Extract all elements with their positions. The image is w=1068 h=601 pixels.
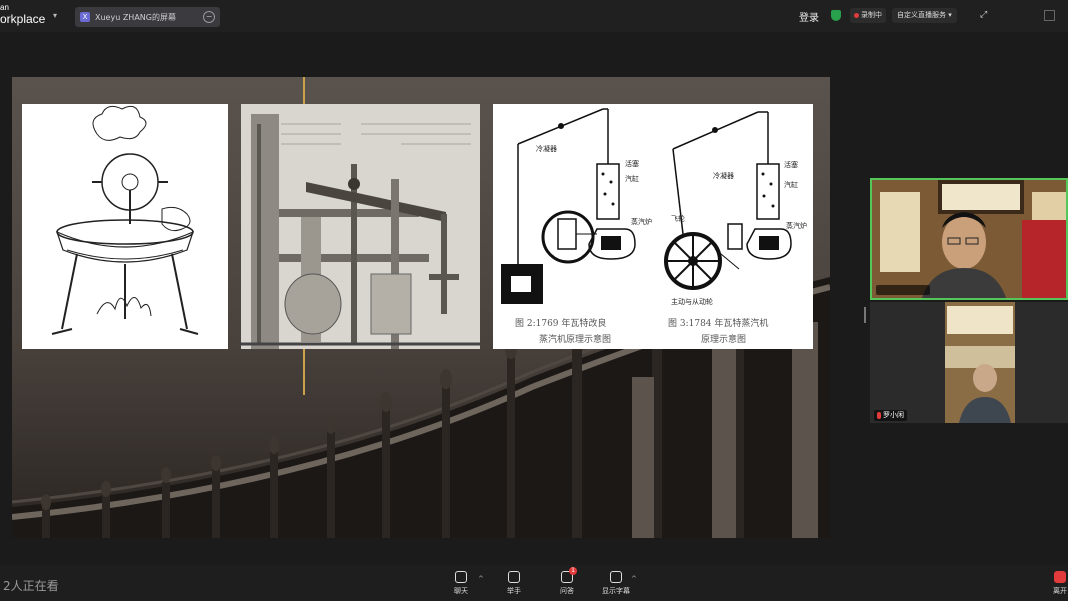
hand-icon — [508, 571, 520, 583]
recording-badge[interactable]: 录制中 — [850, 8, 886, 23]
shield-icon[interactable] — [831, 10, 841, 21]
fig3-caption-line2: 原理示意图 — [701, 335, 747, 345]
bottom-toolbar: 2人正在看 聊天 ^ 举手 1 问答 显示字幕 ^ 离开 — [0, 565, 1068, 601]
watt-engine-diagrams: 冷凝器 活塞 汽缸 蒸汽炉 冷凝器 活塞 汽缸 蒸汽炉 飞轮 主动与从动轮 图 … — [493, 104, 813, 349]
leave-button[interactable]: 离开 — [1052, 571, 1068, 596]
share-title: Xueyu ZHANG的屏幕 — [95, 13, 176, 22]
chat-button[interactable]: 聊天 — [446, 571, 476, 596]
chat-label: 聊天 — [454, 587, 468, 595]
label-boiler-b: 蒸汽炉 — [786, 222, 807, 230]
screen-share-tab[interactable]: X Xueyu ZHANG的屏幕 − — [75, 7, 220, 27]
leave-icon — [1054, 571, 1066, 583]
viewer-count: 2人正在看 — [3, 579, 59, 593]
top-bar: an orkplace ▾ X Xueyu ZHANG的屏幕 − 登录 录制中 … — [0, 0, 1068, 32]
leave-label: 离开 — [1053, 587, 1067, 595]
label-boiler-a: 蒸汽炉 — [631, 218, 652, 226]
qa-icon: 1 — [561, 567, 577, 583]
live-stream-button[interactable]: 自定义直播服务 ▾ — [892, 8, 957, 23]
captions-button[interactable]: 显示字幕 — [601, 571, 631, 596]
chevron-up-icon[interactable]: ^ — [478, 575, 484, 583]
label-flywheel: 飞轮 — [671, 215, 685, 223]
participant-video-feed — [945, 302, 1015, 423]
minimize-icon[interactable]: − — [203, 11, 215, 23]
chevron-down-icon[interactable]: ▾ — [53, 11, 57, 20]
recording-label: 录制中 — [861, 11, 882, 19]
qa-badge: 1 — [569, 567, 577, 575]
participant-panel: 罗小闲 — [870, 178, 1068, 423]
aeolipile-illustration — [22, 104, 228, 349]
label-gears: 主动与从动轮 — [671, 298, 713, 306]
fig3-caption-line1: 图 3:1784 年瓦特蒸汽机 — [668, 319, 769, 329]
panel-resize-handle[interactable] — [864, 307, 866, 323]
window-control-icon[interactable] — [1044, 10, 1055, 21]
chat-icon — [455, 571, 467, 583]
label-piston-b: 活塞 — [784, 161, 798, 169]
fig2-caption-line1: 图 2:1769 年瓦特改良 — [515, 319, 607, 329]
live-stream-label: 自定义直播服务 — [897, 11, 946, 19]
participant-name-tag — [876, 285, 930, 295]
label-condenser-b: 冷凝器 — [713, 172, 734, 180]
chevron-up-icon[interactable]: ^ — [631, 575, 637, 583]
beam-engine-engraving — [241, 104, 480, 349]
shared-screen: 冷凝器 活塞 汽缸 蒸汽炉 冷凝器 活塞 汽缸 蒸汽炉 飞轮 主动与从动轮 图 … — [12, 77, 830, 538]
label-condenser-a: 冷凝器 — [536, 145, 557, 153]
login-button[interactable]: 登录 — [799, 9, 819, 24]
qa-button[interactable]: 1 问答 — [552, 567, 582, 596]
record-dot-icon — [854, 12, 859, 18]
raise-hand-button[interactable]: 举手 — [499, 571, 529, 596]
mic-muted-icon — [877, 411, 881, 419]
participant-video[interactable]: 罗小闲 — [870, 302, 1068, 423]
raise-hand-label: 举手 — [507, 587, 521, 595]
cc-icon — [610, 571, 622, 583]
label-piston-a: 活塞 — [625, 160, 639, 168]
participant-name: 罗小闲 — [883, 411, 904, 419]
app-logo: an orkplace — [0, 3, 46, 26]
participant-video-active[interactable] — [870, 178, 1068, 300]
captions-label: 显示字幕 — [602, 587, 630, 595]
top-right-controls: 登录 录制中 自定义直播服务 ▾ ⤢ — [793, 7, 993, 25]
label-cylinder-b: 汽缸 — [784, 181, 798, 189]
expand-icon[interactable]: ⤢ — [980, 10, 987, 20]
fig2-caption-line2: 蒸汽机原理示意图 — [539, 335, 612, 345]
participant-name-label: 罗小闲 — [874, 410, 907, 421]
avatar: X — [80, 12, 90, 22]
label-cylinder-a: 汽缸 — [625, 175, 639, 183]
qa-label: 问答 — [560, 587, 574, 595]
